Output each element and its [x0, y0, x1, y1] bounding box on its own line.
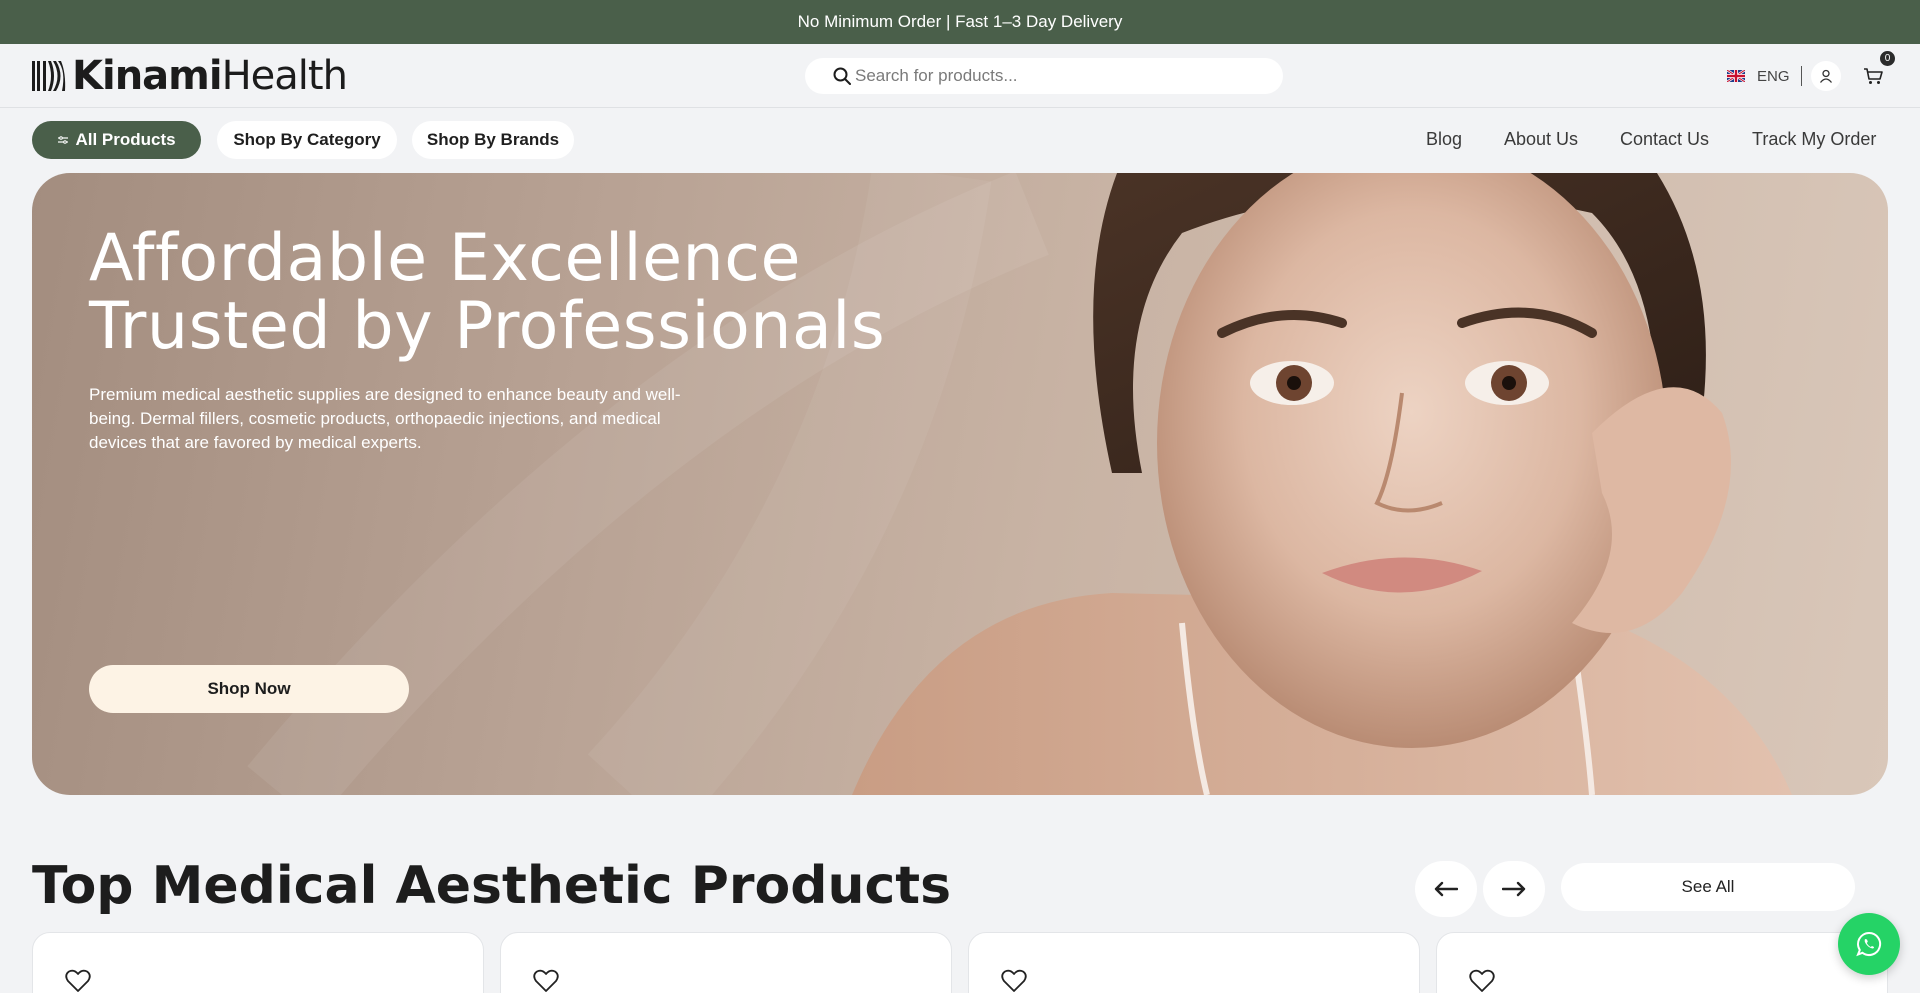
- arrow-left-icon: [1434, 881, 1458, 897]
- product-card[interactable]: [968, 932, 1420, 993]
- site-logo[interactable]: KinamiHealth: [32, 53, 348, 99]
- carousel-next-button[interactable]: [1483, 861, 1545, 917]
- see-all-label: See All: [1681, 877, 1735, 896]
- uk-flag-icon: [1727, 70, 1745, 82]
- search-input[interactable]: [855, 66, 1255, 86]
- shop-by-brands-button[interactable]: Shop By Brands: [412, 121, 574, 159]
- shop-now-button[interactable]: Shop Now: [89, 665, 409, 713]
- whatsapp-chat-button[interactable]: [1838, 913, 1900, 975]
- shop-by-category-button[interactable]: Shop By Category: [217, 121, 397, 159]
- hero-banner: Affordable Excellence Trusted by Profess…: [32, 173, 1888, 795]
- language-divider: [1800, 66, 1802, 86]
- search-bar[interactable]: [805, 58, 1283, 94]
- product-card[interactable]: [32, 932, 484, 993]
- heart-icon[interactable]: [1469, 969, 1495, 993]
- search-icon: [833, 67, 851, 85]
- heart-icon[interactable]: [65, 969, 91, 993]
- nav-link-blog[interactable]: Blog: [1426, 129, 1462, 150]
- see-all-button[interactable]: See All: [1561, 863, 1855, 911]
- all-products-label: All Products: [75, 130, 176, 149]
- logo-text-bold: Kinami: [72, 53, 223, 99]
- shop-by-category-label: Shop By Category: [233, 130, 381, 149]
- product-card[interactable]: [1436, 932, 1888, 993]
- shop-by-brands-label: Shop By Brands: [426, 130, 560, 149]
- shop-now-label: Shop Now: [207, 679, 291, 698]
- nav-link-about-us[interactable]: About Us: [1504, 129, 1578, 150]
- hero-title: Affordable Excellence Trusted by Profess…: [89, 225, 949, 361]
- cart-button[interactable]: [1858, 61, 1888, 91]
- heart-icon[interactable]: [1001, 969, 1027, 993]
- logo-mark-icon: [32, 61, 66, 91]
- filter-icon: [58, 136, 69, 144]
- announcement-text: No Minimum Order | Fast 1–3 Day Delivery: [797, 12, 1123, 31]
- logo-text: KinamiHealth: [72, 53, 348, 99]
- site-header: KinamiHealth ENG: [0, 44, 1920, 108]
- logo-text-regular: Health: [221, 53, 348, 99]
- user-icon: [1819, 69, 1833, 83]
- language-label: ENG: [1757, 67, 1790, 85]
- product-card[interactable]: [500, 932, 952, 993]
- cart-icon: [1864, 68, 1883, 84]
- language-selector[interactable]: ENG: [1727, 66, 1802, 86]
- nav-link-track-my-order[interactable]: Track My Order: [1752, 129, 1876, 150]
- carousel-prev-button[interactable]: [1415, 861, 1477, 917]
- hero-subtitle: Premium medical aesthetic supplies are d…: [89, 385, 681, 452]
- heart-icon[interactable]: [533, 969, 559, 993]
- nav-link-contact-us[interactable]: Contact Us: [1620, 129, 1709, 150]
- whatsapp-icon: [1856, 931, 1882, 957]
- hero-title-line-1: Affordable Excellence: [89, 221, 801, 296]
- section-title: Top Medical Aesthetic Products: [32, 856, 952, 916]
- hero-title-line-2: Trusted by Professionals: [89, 289, 886, 364]
- cart-count-badge: 0: [1880, 51, 1895, 66]
- all-products-button[interactable]: All Products: [32, 121, 201, 159]
- account-button[interactable]: [1811, 61, 1841, 91]
- announcement-bar: No Minimum Order | Fast 1–3 Day Delivery: [0, 0, 1920, 44]
- arrow-right-icon: [1502, 881, 1526, 897]
